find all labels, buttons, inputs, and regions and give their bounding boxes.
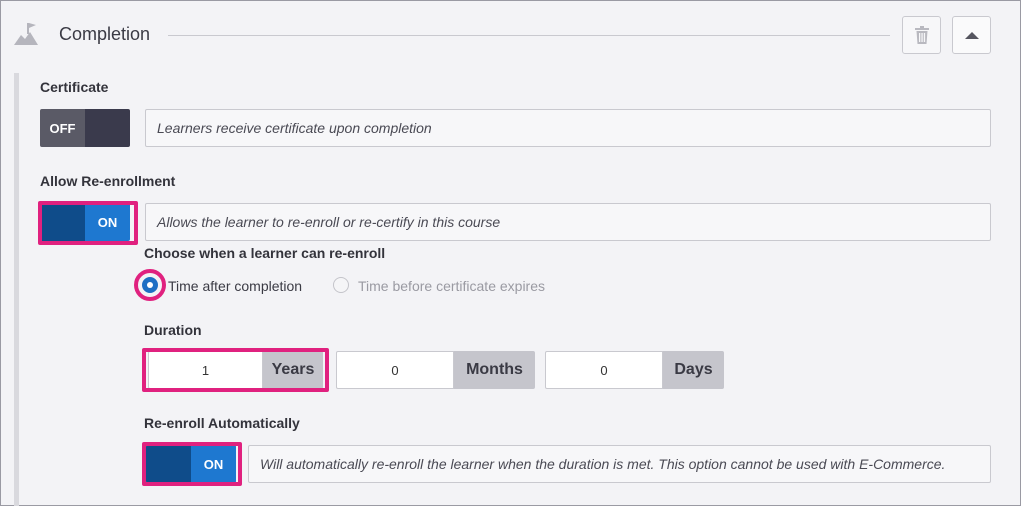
- toggle-knob: [146, 445, 191, 483]
- certificate-label: Certificate: [40, 79, 109, 95]
- radio-time-before-expiry[interactable]: [333, 277, 349, 293]
- toggle-state-label: ON: [191, 445, 236, 483]
- caret-up-icon: [964, 31, 979, 39]
- reenrollment-label: Allow Re-enrollment: [40, 173, 176, 189]
- auto-reenroll-label: Re-enroll Automatically: [144, 415, 300, 431]
- duration-days-unit: Days: [663, 351, 724, 389]
- toggle-knob: [40, 203, 85, 241]
- reenroll-timing-label: Choose when a learner can re-enroll: [144, 245, 386, 261]
- toggle-knob: [85, 109, 130, 147]
- delete-button[interactable]: [902, 16, 941, 54]
- auto-reenroll-toggle[interactable]: ON: [146, 445, 236, 483]
- duration-label: Duration: [144, 322, 202, 338]
- duration-years-input[interactable]: 1: [148, 351, 263, 389]
- header-divider: [168, 35, 890, 36]
- certificate-toggle[interactable]: OFF: [40, 109, 130, 147]
- toggle-state-label: ON: [85, 203, 130, 241]
- certificate-description: Learners receive certificate upon comple…: [145, 109, 991, 147]
- flag-icon: [14, 23, 38, 45]
- radio-label-time-before-expiry: Time before certificate expires: [358, 278, 545, 294]
- auto-reenroll-description: Will automatically re-enroll the learner…: [248, 445, 991, 483]
- reenrollment-description: Allows the learner to re-enroll or re-ce…: [145, 203, 991, 241]
- reenrollment-toggle[interactable]: ON: [40, 203, 130, 241]
- duration-months-unit: Months: [454, 351, 535, 389]
- duration-years-unit: Years: [263, 351, 323, 389]
- toggle-state-label: OFF: [40, 109, 85, 147]
- radio-time-after-completion[interactable]: [142, 277, 158, 293]
- completion-panel: Completion Certificate OFF Learners rece…: [0, 0, 1021, 506]
- collapse-button[interactable]: [952, 16, 991, 54]
- duration-days-input[interactable]: 0: [545, 351, 663, 389]
- duration-months-input[interactable]: 0: [336, 351, 454, 389]
- section-indent-bar: [14, 73, 19, 506]
- radio-label-time-after-completion: Time after completion: [168, 278, 303, 294]
- trash-icon: [914, 26, 929, 44]
- section-title: Completion: [59, 24, 151, 44]
